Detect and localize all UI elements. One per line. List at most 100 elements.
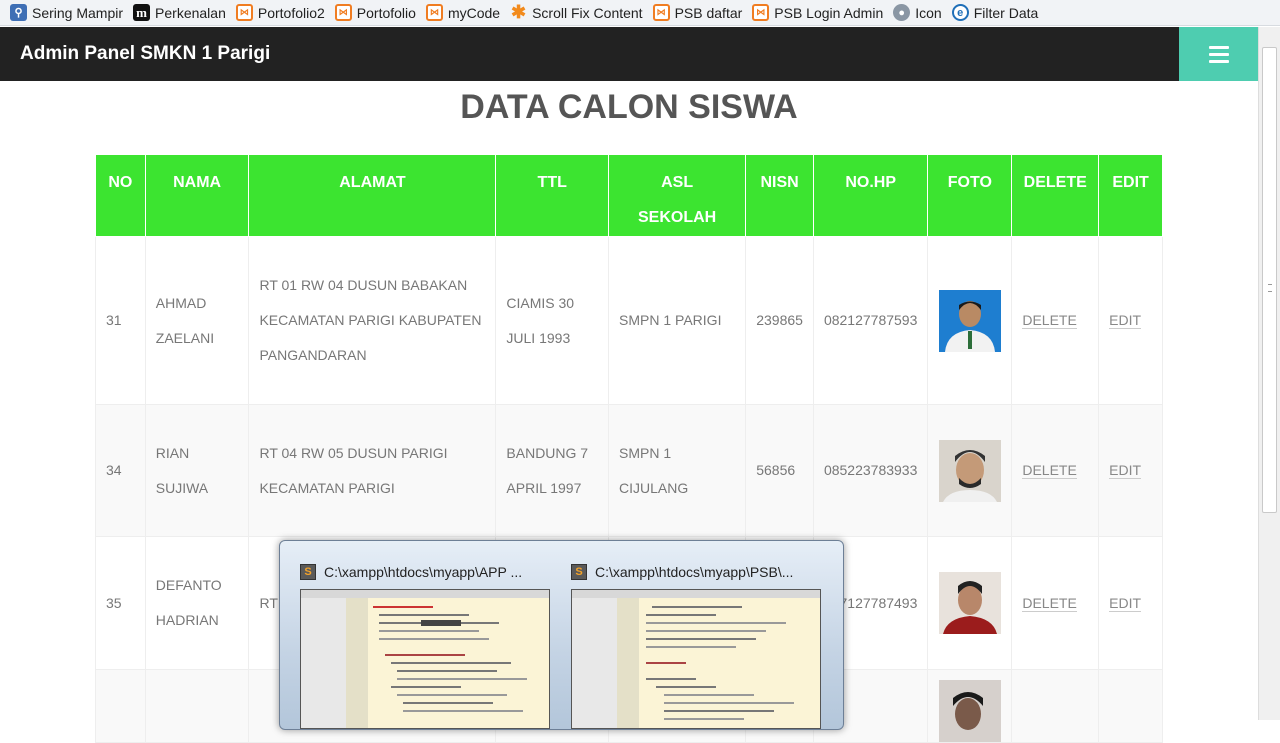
bookmark-portofolio2[interactable]: ⋈ Portofolio2 bbox=[235, 4, 325, 21]
hamburger-icon-bar bbox=[1208, 52, 1229, 56]
asal-line-2: SEKOLAH bbox=[638, 209, 717, 226]
bookmark-label: Portofolio bbox=[356, 4, 416, 21]
bookmark-label: Icon bbox=[915, 4, 942, 21]
table-row: 34 RIAN SUJIWA RT 04 RW 05 DUSUN PARIGI … bbox=[95, 404, 1163, 537]
editor-tabbar bbox=[301, 590, 549, 598]
taskbar-preview-window[interactable]: S C:\xampp\htdocs\myapp\APP ... bbox=[300, 555, 555, 729]
column-header-no: NO bbox=[95, 154, 146, 237]
navbar-brand[interactable]: Admin Panel SMKN 1 Parigi bbox=[20, 43, 270, 65]
preview-title: C:\xampp\htdocs\myapp\APP ... bbox=[324, 564, 523, 580]
delete-link[interactable]: DELETE bbox=[1022, 594, 1077, 612]
vertical-scrollbar[interactable] bbox=[1258, 27, 1280, 720]
code-line bbox=[391, 686, 461, 688]
xampp-icon: ⋈ bbox=[334, 4, 352, 21]
bookmark-icon[interactable]: ● Icon bbox=[893, 4, 942, 21]
delete-link[interactable]: DELETE bbox=[1022, 312, 1077, 329]
code-line bbox=[646, 630, 766, 632]
xampp-icon: ⋈ bbox=[425, 4, 443, 21]
edit-link[interactable]: EDIT bbox=[1109, 312, 1142, 329]
editor-gutter bbox=[346, 598, 368, 728]
cell-edit: EDIT bbox=[1098, 404, 1163, 537]
bookmark-sering-mampir[interactable]: ⚲ Sering Mampir bbox=[10, 4, 123, 21]
page-title: DATA CALON SISWA bbox=[460, 88, 798, 126]
bookmark-psb-daftar[interactable]: ⋈ PSB daftar bbox=[652, 4, 742, 21]
cell-ttl: CIAMIS 30 JULI 1993 bbox=[495, 236, 610, 405]
edit-link[interactable]: EDIT bbox=[1109, 594, 1142, 612]
m-logo-icon: m bbox=[133, 4, 151, 21]
cell-foto bbox=[927, 536, 1013, 670]
cell-delete: DELETE bbox=[1011, 536, 1100, 670]
cell-nama: RIAN SUJIWA bbox=[144, 404, 250, 537]
sublime-text-icon: S bbox=[571, 564, 587, 580]
cell-delete: DELETE bbox=[1011, 404, 1100, 537]
cell-foto bbox=[927, 404, 1013, 537]
column-header-edit: EDIT bbox=[1098, 154, 1163, 237]
menu-toggle-button[interactable] bbox=[1179, 27, 1258, 81]
bookmark-perkenalan[interactable]: m Perkenalan bbox=[133, 4, 226, 21]
code-line bbox=[646, 622, 786, 624]
cell-alamat: RT 01 RW 04 DUSUN BABAKAN KECAMATAN PARI… bbox=[248, 236, 497, 405]
xampp-icon: ⋈ bbox=[235, 4, 253, 21]
cell-foto bbox=[927, 236, 1013, 405]
bookmark-scroll-fix-content[interactable]: ✱ Scroll Fix Content bbox=[510, 2, 643, 22]
cell-nisn: 56856 bbox=[745, 404, 814, 537]
cell-alamat: RT 04 RW 05 DUSUN PARIGI KECAMATAN PARIG… bbox=[248, 404, 497, 537]
editor-sidebar bbox=[572, 598, 617, 728]
star-icon: ✱ bbox=[511, 2, 527, 22]
table-header-row: NO NAMA ALAMAT TTL ASL SEKOLAH NISN NO.HP… bbox=[95, 154, 1163, 237]
code-line bbox=[646, 662, 686, 664]
cell-no bbox=[95, 669, 146, 743]
code-line bbox=[379, 630, 479, 632]
bookmark-portofolio[interactable]: ⋈ Portofolio bbox=[334, 4, 416, 21]
preview-thumbnail bbox=[300, 589, 550, 729]
edit-link[interactable]: EDIT bbox=[1109, 462, 1142, 479]
sublime-text-icon: S bbox=[300, 564, 316, 580]
bookmark-label: Filter Data bbox=[973, 4, 1039, 21]
asal-line-1: ASL bbox=[661, 174, 694, 191]
globe-icon: ● bbox=[893, 4, 911, 21]
cell-edit bbox=[1098, 669, 1163, 743]
code-line bbox=[664, 694, 754, 696]
bookmark-label: PSB Login Admin bbox=[774, 4, 884, 21]
cell-ttl: BANDUNG 7 APRIL 1997 bbox=[495, 404, 610, 537]
bookmark-mycode[interactable]: ⋈ myCode bbox=[425, 4, 501, 21]
taskbar-preview-window[interactable]: S C:\xampp\htdocs\myapp\PSB\... bbox=[571, 555, 826, 729]
column-header-alamat: ALAMAT bbox=[248, 154, 497, 237]
code-line bbox=[379, 638, 489, 640]
hamburger-icon bbox=[1208, 45, 1229, 49]
code-line bbox=[397, 678, 527, 680]
delete-link[interactable]: DELETE bbox=[1022, 462, 1077, 479]
edge-icon: e bbox=[951, 4, 969, 21]
bookmarks-bar: ⚲ Sering Mampir m Perkenalan ⋈ Portofoli… bbox=[0, 0, 1280, 26]
code-line bbox=[646, 646, 736, 648]
search-icon: ⚲ bbox=[10, 4, 27, 21]
editor-gutter bbox=[617, 598, 639, 728]
xampp-icon: ⋈ bbox=[652, 4, 670, 21]
code-line bbox=[421, 620, 461, 626]
code-line bbox=[397, 694, 507, 696]
xampp-icon: ⋈ bbox=[752, 4, 770, 21]
cell-no: 34 bbox=[95, 404, 146, 537]
cell-nisn: 239865 bbox=[745, 236, 814, 405]
column-header-ttl: TTL bbox=[495, 154, 610, 237]
preview-header: S C:\xampp\htdocs\myapp\PSB\... bbox=[571, 555, 826, 589]
column-header-nama: NAMA bbox=[144, 154, 250, 237]
editor-sidebar bbox=[301, 598, 346, 728]
bookmark-label: Sering Mampir bbox=[32, 4, 124, 21]
code-line bbox=[403, 702, 493, 704]
scrollbar-thumb[interactable] bbox=[1262, 47, 1277, 513]
code-line bbox=[656, 686, 716, 688]
table-row: 31 AHMAD ZAELANI RT 01 RW 04 DUSUN BABAK… bbox=[95, 236, 1163, 405]
bookmark-psb-login-admin[interactable]: ⋈ PSB Login Admin bbox=[752, 4, 883, 21]
bookmark-label: Portofolio2 bbox=[257, 4, 325, 21]
code-line bbox=[373, 606, 433, 608]
cell-foto bbox=[927, 669, 1013, 743]
code-line bbox=[652, 606, 742, 608]
cell-nama: DEFANTO HADRIAN bbox=[144, 536, 250, 670]
column-header-foto: FOTO bbox=[927, 154, 1013, 237]
code-line bbox=[646, 614, 716, 616]
bookmark-label: myCode bbox=[447, 4, 501, 21]
bookmark-filter-data[interactable]: e Filter Data bbox=[951, 4, 1039, 21]
cell-edit: EDIT bbox=[1098, 236, 1163, 405]
cell-nohp: 085223783933 bbox=[812, 404, 929, 537]
